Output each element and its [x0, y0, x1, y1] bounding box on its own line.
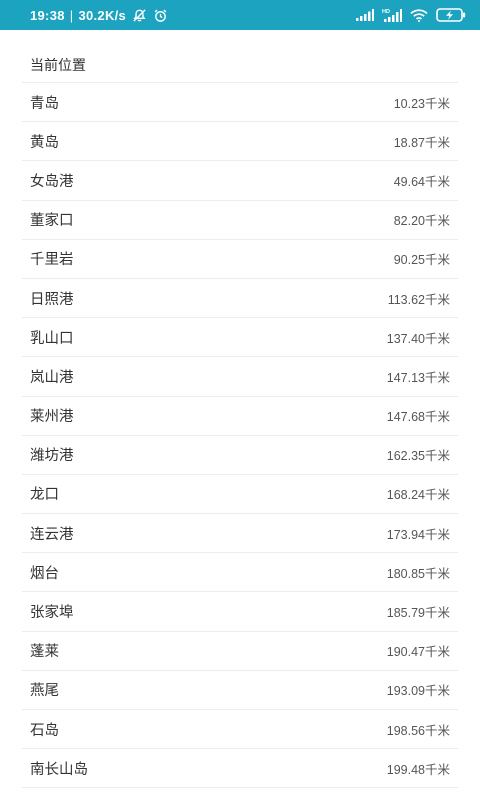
port-name: 连云港 — [30, 526, 74, 543]
list-item[interactable]: 蓬莱 190.47千米 — [22, 632, 458, 671]
port-distance: 90.25千米 — [393, 253, 450, 268]
signal-strength-icon — [356, 9, 374, 21]
port-name: 千里岩 — [30, 252, 74, 269]
list-item[interactable]: 岚山港 147.13千米 — [22, 357, 458, 397]
list-item[interactable]: 龙口 168.24千米 — [22, 475, 458, 515]
port-name: 南长山岛 — [30, 761, 88, 778]
list-item[interactable]: 燕尾 193.09千米 — [22, 671, 458, 710]
list-item[interactable]: 南长山岛 199.48千米 — [22, 749, 458, 789]
port-distance: 10.23千米 — [393, 96, 450, 111]
list-item[interactable]: 日照港 113.62千米 — [22, 279, 458, 319]
status-time: 19:38 — [30, 7, 65, 23]
port-distance: 49.64千米 — [393, 174, 450, 189]
port-distance: 147.13千米 — [386, 370, 450, 385]
status-network-speed: 30.2K/s — [78, 7, 127, 23]
status-bar: 19:38 | 30.2K/s HD — [0, 0, 480, 30]
port-name: 岚山港 — [30, 369, 74, 386]
port-distance: 113.62千米 — [387, 292, 450, 307]
port-distance: 193.09千米 — [386, 684, 450, 699]
list-item[interactable]: 莱州港 147.68千米 — [22, 397, 458, 436]
port-distance: 162.35千米 — [386, 449, 450, 464]
port-distance: 18.87千米 — [393, 135, 450, 150]
port-distance: 137.40千米 — [386, 331, 450, 346]
port-name: 董家口 — [30, 213, 74, 230]
port-name: 燕尾 — [30, 683, 59, 700]
list-item[interactable]: 张家埠 185.79千米 — [22, 592, 458, 632]
port-distance: 147.68千米 — [386, 410, 450, 425]
battery-charging-icon — [436, 8, 466, 22]
alarm-clock-icon — [153, 8, 168, 23]
list-item[interactable]: 潍坊港 162.35千米 — [22, 436, 458, 475]
notifications-muted-icon — [132, 8, 147, 23]
current-location-header: 当前位置 — [22, 30, 458, 83]
list-item[interactable]: 董家口 82.20千米 — [22, 201, 458, 240]
port-distance: 198.56千米 — [386, 723, 450, 738]
port-distance: 190.47千米 — [386, 645, 450, 660]
status-separator: | — [69, 7, 74, 23]
status-right: HD — [356, 8, 466, 22]
list-item[interactable]: 乳山口 137.40千米 — [22, 318, 458, 358]
port-name: 蓬莱 — [30, 644, 59, 661]
list-item[interactable]: 石岛 198.56千米 — [22, 710, 458, 750]
port-name: 龙口 — [30, 487, 59, 504]
port-name: 黄岛 — [30, 134, 59, 151]
port-distance-list: 青岛 10.23千米黄岛 18.87千米女岛港 49.64千米董家口 82.20千米千里… — [22, 83, 458, 789]
list-item[interactable]: 青岛 10.23千米 — [22, 83, 458, 123]
port-name: 青岛 — [30, 95, 59, 112]
port-name: 张家埠 — [30, 605, 74, 622]
list-item[interactable]: 黄岛 18.87千米 — [22, 122, 458, 162]
port-distance: 199.48千米 — [386, 762, 450, 777]
port-distance: 173.94千米 — [386, 527, 450, 542]
port-name: 烟台 — [30, 565, 59, 582]
port-name: 女岛港 — [30, 173, 74, 190]
port-name: 石岛 — [30, 722, 59, 739]
list-item[interactable]: 连云港 173.94千米 — [22, 514, 458, 554]
status-left: 19:38 | 30.2K/s — [30, 8, 168, 23]
list-item[interactable]: 千里岩 90.25千米 — [22, 240, 458, 279]
hd-signal-strength-icon: HD — [382, 8, 402, 22]
location-list-container: 当前位置 青岛 10.23千米黄岛 18.87千米女岛港 49.64千米董家口 82.2… — [0, 30, 480, 789]
port-distance: 168.24千米 — [386, 488, 450, 503]
wifi-icon — [410, 8, 428, 22]
port-name: 潍坊港 — [30, 448, 74, 465]
list-item[interactable]: 女岛港 49.64千米 — [22, 161, 458, 201]
port-distance: 185.79千米 — [386, 606, 450, 621]
port-name: 日照港 — [30, 291, 74, 308]
port-name: 乳山口 — [30, 330, 74, 347]
hd-label: HD — [382, 9, 390, 15]
port-name: 莱州港 — [30, 409, 74, 426]
list-item[interactable]: 烟台 180.85千米 — [22, 553, 458, 593]
port-distance: 82.20千米 — [393, 214, 450, 229]
port-distance: 180.85千米 — [386, 566, 450, 581]
